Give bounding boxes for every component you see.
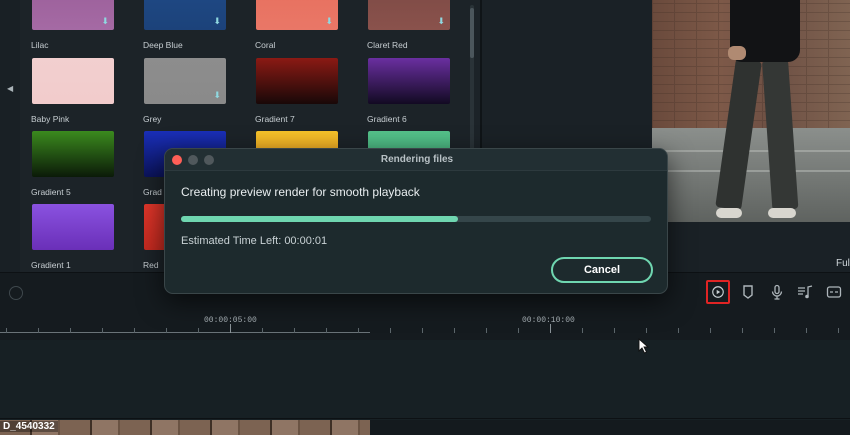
ruler-tick [550, 324, 551, 333]
microphone-icon[interactable] [769, 284, 785, 300]
ruler-tick [614, 328, 615, 333]
ruler-tick [102, 328, 103, 333]
color-tile-label: Claret Red [367, 40, 408, 50]
ruler-tick [166, 328, 167, 333]
ruler-tick [806, 328, 807, 333]
caption-icon[interactable] [826, 284, 842, 300]
ruler-tick [582, 328, 583, 333]
color-tile[interactable] [368, 58, 450, 104]
app-window: ◀ ⬇ Lilac ⬇ Deep Blue ⬇ Coral ⬇ Claret Red Baby … [0, 0, 850, 435]
collapse-arrow-icon[interactable]: ◀ [7, 84, 13, 93]
media-scrollbar-thumb[interactable] [470, 8, 474, 58]
ruler-tick [454, 328, 455, 333]
audio-music-icon[interactable] [797, 284, 813, 300]
ruler-tick [70, 328, 71, 333]
color-tile-label: Grad [143, 187, 162, 197]
ruler-tick [486, 328, 487, 333]
preview-person-hand [728, 46, 746, 60]
estimated-time-left: Estimated Time Left: 00:00:01 [181, 235, 328, 247]
ruler-tick [518, 328, 519, 333]
preview-street [652, 128, 850, 222]
color-tile[interactable]: ⬇ [256, 0, 338, 30]
timeline-track-area[interactable] [0, 340, 850, 420]
fullscreen-label[interactable]: Ful [836, 258, 850, 269]
timeline-ruler[interactable]: 00:00:05:00 00:00:10:00 [0, 310, 850, 340]
color-tile-label: Deep Blue [143, 40, 183, 50]
ruler-tick [646, 328, 647, 333]
color-tile[interactable]: ⬇ [32, 0, 114, 30]
ruler-tick [6, 328, 7, 333]
undo-icon[interactable] [9, 286, 23, 300]
download-icon[interactable]: ⬇ [437, 17, 445, 26]
ruler-tick [838, 328, 839, 333]
ruler-tick [294, 328, 295, 333]
preview-person-shoe [768, 208, 796, 218]
color-tile[interactable]: ⬇ [144, 0, 226, 30]
preview-person-shoe [716, 208, 742, 218]
color-tile-label: Red [143, 260, 159, 270]
cancel-button[interactable]: Cancel [551, 257, 653, 283]
clip-label: D_4540332 [0, 421, 58, 432]
color-tile-label: Gradient 1 [31, 260, 71, 270]
video-preview[interactable] [652, 0, 850, 222]
ruler-tick [678, 328, 679, 333]
ruler-tick [38, 328, 39, 333]
color-tile-label: Gradient 6 [367, 114, 407, 124]
render-progress-fill [181, 216, 459, 222]
download-icon[interactable]: ⬇ [325, 17, 333, 26]
color-tile[interactable]: ⬇ [368, 0, 450, 30]
color-tile-label: Lilac [31, 40, 49, 50]
rendering-dialog: Rendering files Creating preview render … [164, 148, 668, 294]
time-label: 00:00:05:00 [204, 316, 257, 325]
download-icon[interactable]: ⬇ [101, 17, 109, 26]
color-tile[interactable]: ⬇ [144, 58, 226, 104]
ruler-tick [710, 328, 711, 333]
ruler-tick [262, 328, 263, 333]
render-preview-button[interactable] [706, 280, 730, 304]
color-tile-label: Coral [255, 40, 276, 50]
dialog-title: Rendering files [380, 154, 454, 165]
color-tile[interactable] [256, 58, 338, 104]
ruler-tick [134, 328, 135, 333]
color-tile[interactable] [32, 204, 114, 250]
color-tile[interactable] [32, 58, 114, 104]
ruler-tick [230, 324, 231, 333]
download-icon[interactable]: ⬇ [213, 91, 221, 100]
color-tile-label: Baby Pink [31, 114, 70, 124]
ruler-tick [198, 328, 199, 333]
ruler-tick [358, 328, 359, 333]
time-label: 00:00:10:00 [522, 316, 575, 325]
marker-icon[interactable] [740, 284, 756, 300]
color-tile-label: Grey [143, 114, 162, 124]
preview-rail [652, 150, 850, 152]
ruler-tick [422, 328, 423, 333]
color-tile-label: Gradient 7 [255, 114, 295, 124]
preview-rail [652, 170, 850, 172]
render-progress-bar [181, 216, 651, 222]
render-message: Creating preview render for smooth playb… [181, 185, 420, 199]
ruler-tick [742, 328, 743, 333]
ruler-tick [774, 328, 775, 333]
color-tile-label: Gradient 5 [31, 187, 71, 197]
color-tile[interactable] [32, 131, 114, 177]
ruler-baseline [0, 332, 370, 333]
ruler-tick [326, 328, 327, 333]
mouse-cursor-icon [638, 338, 650, 354]
track-divider [0, 418, 850, 419]
dialog-titlebar: Rendering files [165, 149, 667, 171]
media-sidebar: ◀ [0, 0, 20, 272]
download-icon[interactable]: ⬇ [213, 17, 221, 26]
ruler-tick [390, 328, 391, 333]
